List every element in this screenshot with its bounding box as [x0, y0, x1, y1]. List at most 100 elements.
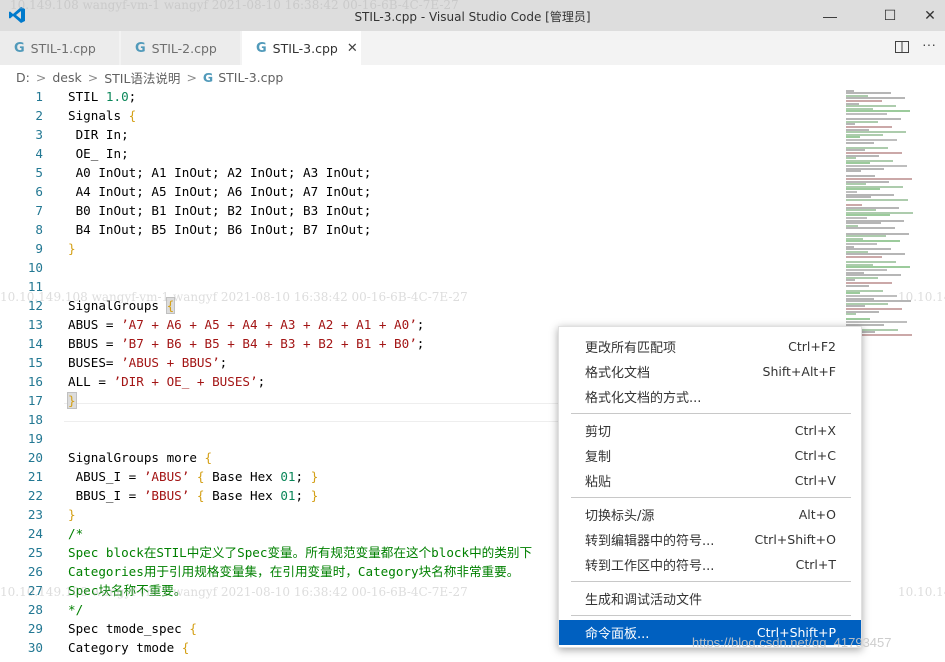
code-line[interactable]: 9}: [0, 239, 840, 258]
tab-stil-2[interactable]: G STIL-2.cpp: [121, 31, 241, 65]
line-number: 6: [35, 184, 43, 199]
chevron-right-icon: >: [35, 69, 47, 85]
menu-item-label: 命令面板...: [585, 627, 650, 642]
line-number: 21: [27, 469, 43, 484]
cpp-file-icon: G: [135, 40, 146, 56]
minimap-line: [846, 141, 874, 144]
code-text[interactable]: }: [67, 391, 77, 410]
code-text[interactable]: B4 InOut; B5 InOut; B6 InOut; B7 InOut;: [68, 220, 372, 239]
code-text[interactable]: Category tmode {: [68, 638, 189, 657]
menu-item-label: 格式化文档的方式...: [585, 391, 702, 406]
line-number: 17: [27, 393, 43, 408]
code-text[interactable]: Spec block在STIL中定义了Spec变量。所有规范变量都在这个bloc…: [68, 543, 532, 562]
line-number: 27: [27, 583, 43, 598]
menu-item[interactable]: 复制 Ctrl+C: [559, 443, 861, 468]
line-number: 26: [27, 564, 43, 579]
code-line[interactable]: 3 DIR In;: [0, 125, 840, 144]
chevron-right-icon: >: [87, 69, 99, 85]
menu-item[interactable]: 生成和调试活动文件: [559, 586, 861, 611]
code-text[interactable]: ABUS_I = ’ABUS’ { Base Hex 01; }: [68, 467, 319, 486]
code-line[interactable]: 12 SignalGroups {: [0, 296, 840, 315]
more-actions-icon[interactable]: ···: [922, 36, 936, 52]
menu-item[interactable]: 转到编辑器中的符号... Ctrl+Shift+O: [559, 527, 861, 552]
tab-stil-3[interactable]: G STIL-3.cpp ✕: [242, 31, 362, 65]
code-line[interactable]: 11: [0, 277, 840, 296]
code-text[interactable]: Signals {: [68, 106, 136, 125]
line-number: 24: [27, 526, 43, 541]
menu-item-label: 更改所有匹配项: [585, 341, 677, 356]
menu-item[interactable]: 剪切 Ctrl+X: [559, 418, 861, 443]
menu-item-shortcut: Ctrl+F2: [788, 339, 836, 354]
code-text[interactable]: }: [68, 505, 76, 524]
menu-item-shortcut: Ctrl+Shift+O: [754, 532, 836, 547]
code-text[interactable]: /*: [68, 524, 83, 543]
breadcrumb-item-desk[interactable]: desk: [52, 70, 81, 85]
breadcrumb-item-drive[interactable]: D:: [16, 70, 30, 85]
code-line[interactable]: 2 Signals {: [0, 106, 840, 125]
close-tab-icon[interactable]: ✕: [347, 41, 358, 56]
line-number: 18: [27, 412, 43, 427]
tab-label: STIL-2.cpp: [151, 40, 217, 56]
code-line[interactable]: 5 A0 InOut; A1 InOut; A2 InOut; A3 InOut…: [0, 163, 840, 182]
breadcrumb-item-folder[interactable]: STIL语法说明: [104, 68, 180, 87]
menu-separator: [571, 581, 851, 582]
menu-item[interactable]: 格式化文档 Shift+Alt+F: [559, 359, 861, 384]
menu-item-label: 格式化文档: [585, 366, 651, 381]
menu-separator: [571, 615, 851, 616]
code-text[interactable]: }: [68, 239, 76, 258]
breadcrumb: D: > desk > STIL语法说明 > G STIL-3.cpp: [16, 67, 283, 87]
menu-separator: [571, 497, 851, 498]
code-text[interactable]: ABUS = ’A7 + A6 + A5 + A4 + A3 + A2 + A1…: [68, 315, 424, 334]
code-text[interactable]: SignalGroups {: [68, 296, 176, 315]
tab-bar: G STIL-1.cpp G STIL-2.cpp G STIL-3.cpp ✕: [0, 31, 945, 65]
menu-item-label: 转到编辑器中的符号...: [585, 534, 715, 549]
code-line[interactable]: 8 B4 InOut; B5 InOut; B6 InOut; B7 InOut…: [0, 220, 840, 239]
close-window-button[interactable]: ✕: [907, 0, 945, 31]
menu-item[interactable]: 切换标头/源 Alt+O: [559, 502, 861, 527]
code-text[interactable]: ALL = ’DIR + OE_ + BUSES’;: [68, 372, 265, 391]
menu-item[interactable]: 格式化文档的方式...: [559, 384, 861, 409]
menu-item-label: 生成和调试活动文件: [585, 593, 703, 608]
code-line[interactable]: 10: [0, 258, 840, 277]
code-text[interactable]: DIR In;: [68, 125, 129, 144]
minimize-button[interactable]: —: [807, 0, 853, 31]
line-number: 20: [27, 450, 43, 465]
menu-item[interactable]: 转到工作区中的符号... Ctrl+T: [559, 552, 861, 577]
watermark-url: https://blog.csdn.net/qq_41793457: [692, 635, 892, 650]
code-text[interactable]: OE_ In;: [68, 144, 129, 163]
code-text[interactable]: Categories用于引用规格变量集，在引用变量时，Category块名称非常…: [68, 562, 519, 581]
menu-item-shortcut: Alt+O: [798, 507, 836, 522]
code-text[interactable]: STIL 1.0;: [68, 87, 136, 106]
menu-item-shortcut: Ctrl+C: [794, 448, 836, 463]
menu-item[interactable]: 更改所有匹配项 Ctrl+F2: [559, 334, 861, 359]
code-line[interactable]: 1 STIL 1.0;: [0, 87, 840, 106]
code-text[interactable]: BBUS = ’B7 + B6 + B5 + B4 + B3 + B2 + B1…: [68, 334, 424, 353]
line-number: 14: [27, 336, 43, 351]
code-text[interactable]: SignalGroups more {: [68, 448, 212, 467]
split-editor-icon[interactable]: [894, 39, 910, 55]
minimap-line: [846, 227, 895, 230]
menu-item-label: 剪切: [585, 425, 612, 440]
menu-item[interactable]: 粘贴 Ctrl+V: [559, 468, 861, 493]
code-text[interactable]: BUSES= ’ABUS + BBUS’;: [68, 353, 227, 372]
breadcrumb-item-file[interactable]: STIL-3.cpp: [218, 70, 283, 85]
tab-stil-1[interactable]: G STIL-1.cpp: [0, 31, 120, 65]
code-text[interactable]: Spec块名称不重要。: [68, 581, 187, 600]
minimap-line: [846, 198, 908, 201]
menu-item-label: 切换标头/源: [585, 509, 655, 524]
code-text[interactable]: */: [68, 600, 83, 619]
code-line[interactable]: 7 B0 InOut; B1 InOut; B2 InOut; B3 InOut…: [0, 201, 840, 220]
line-number: 30: [27, 640, 43, 655]
line-number: 22: [27, 488, 43, 503]
code-line[interactable]: 4 OE_ In;: [0, 144, 840, 163]
code-text[interactable]: B0 InOut; B1 InOut; B2 InOut; B3 InOut;: [68, 201, 372, 220]
line-number: 15: [27, 355, 43, 370]
chevron-right-icon: >: [186, 69, 197, 85]
line-number: 1: [35, 89, 43, 104]
code-text[interactable]: A0 InOut; A1 InOut; A2 InOut; A3 InOut;: [68, 163, 372, 182]
code-text[interactable]: BBUS_I = ’BBUS’ { Base Hex 01; }: [68, 486, 319, 505]
minimap-line: [846, 256, 882, 258]
code-text[interactable]: Spec tmode_spec {: [68, 619, 197, 638]
code-text[interactable]: A4 InOut; A5 InOut; A6 InOut; A7 InOut;: [68, 182, 372, 201]
code-line[interactable]: 6 A4 InOut; A5 InOut; A6 InOut; A7 InOut…: [0, 182, 840, 201]
